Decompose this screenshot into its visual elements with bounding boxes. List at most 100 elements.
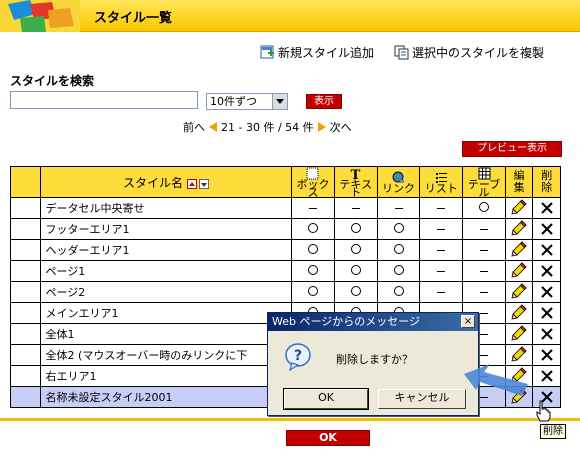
table-row[interactable]: ページ1 — [10, 260, 561, 282]
per-page-select[interactable]: 10件ずつ — [206, 93, 288, 110]
prev-arrow-icon[interactable] — [209, 122, 217, 132]
property-cell — [376, 281, 421, 303]
delete-x-icon[interactable] — [540, 285, 554, 299]
delete-cell — [532, 197, 561, 219]
hand-cursor-icon — [536, 400, 551, 422]
add-style-link[interactable]: 新規スタイル追加 — [260, 44, 374, 61]
col-box-label: ボックス — [296, 178, 330, 199]
circle-icon — [393, 285, 404, 296]
edit-cell — [504, 323, 534, 345]
table-row[interactable]: ヘッダーエリア1 — [10, 239, 561, 261]
table-icon — [478, 167, 491, 180]
sort-desc-icon[interactable] — [198, 178, 209, 189]
edit-cell — [504, 260, 534, 282]
dash-icon — [480, 250, 489, 251]
row-select-cell[interactable] — [10, 386, 41, 408]
footer-divider — [0, 418, 580, 421]
table-header-row: スタイル名 ボックス T テキスト リンク リスト テーブル 編集 削除 — [10, 166, 561, 199]
table-row[interactable]: データセル中央寄せ — [10, 197, 561, 219]
svg-text:T: T — [351, 168, 361, 180]
pencil-edit-icon[interactable] — [511, 261, 527, 278]
delete-x-icon[interactable] — [540, 222, 554, 236]
property-cell — [462, 239, 506, 261]
delete-x-icon[interactable] — [540, 306, 554, 320]
circle-icon — [393, 243, 404, 254]
preview-button[interactable]: プレビュー表示 — [462, 141, 562, 157]
dash-icon — [437, 271, 446, 272]
edit-cell — [504, 302, 534, 324]
dialog-ok-button[interactable]: OK — [283, 388, 369, 410]
dialog-close-button[interactable]: × — [461, 315, 475, 328]
search-submit-button[interactable]: 表示 — [306, 94, 342, 109]
dash-icon — [351, 208, 360, 209]
ok-button[interactable]: OK — [286, 430, 370, 446]
copy-style-link[interactable]: 選択中のスタイルを複製 — [394, 44, 544, 61]
delete-cell — [532, 323, 561, 345]
property-cell — [462, 260, 506, 282]
sort-asc-icon[interactable] — [186, 178, 197, 189]
circle-icon — [350, 264, 361, 275]
per-page-value: 10件ずつ — [210, 95, 257, 108]
pencil-edit-icon[interactable] — [511, 345, 527, 362]
chevron-down-icon[interactable] — [272, 94, 287, 109]
delete-x-icon[interactable] — [540, 369, 554, 383]
pencil-edit-icon[interactable] — [511, 198, 527, 215]
pencil-edit-icon[interactable] — [511, 240, 527, 257]
row-select-cell[interactable] — [10, 281, 41, 303]
property-cell — [462, 281, 506, 303]
delete-x-icon[interactable] — [540, 327, 554, 341]
delete-x-icon[interactable] — [540, 201, 554, 215]
delete-cell — [532, 260, 561, 282]
property-cell — [376, 218, 421, 240]
delete-cell — [532, 239, 561, 261]
row-select-cell[interactable] — [10, 302, 41, 324]
dash-icon — [308, 208, 317, 209]
add-style-icon — [260, 45, 274, 59]
row-select-cell[interactable] — [10, 260, 41, 282]
delete-x-icon[interactable] — [540, 348, 554, 362]
property-cell — [333, 197, 378, 219]
dialog-cancel-button[interactable]: キャンセル — [378, 389, 466, 409]
row-select-cell[interactable] — [10, 197, 41, 219]
next-arrow-icon[interactable] — [317, 122, 326, 132]
pencil-edit-icon[interactable] — [511, 219, 527, 236]
pencil-edit-icon[interactable] — [511, 324, 527, 341]
property-cell — [291, 260, 335, 282]
row-select-cell[interactable] — [10, 239, 41, 261]
app-logo-icon — [0, 0, 80, 32]
add-style-label: 新規スタイル追加 — [278, 46, 375, 60]
style-name-cell: ヘッダーエリア1 — [39, 239, 293, 261]
table-row[interactable]: ページ2 — [10, 281, 561, 303]
row-select-cell[interactable] — [10, 344, 41, 366]
property-cell — [333, 281, 378, 303]
row-select-cell[interactable] — [10, 218, 41, 240]
link-globe-icon — [392, 171, 404, 183]
page-title: スタイル一覧 — [94, 11, 173, 26]
delete-x-icon[interactable] — [540, 264, 554, 278]
edit-cell — [504, 239, 534, 261]
table-row[interactable]: フッターエリア1 — [10, 218, 561, 240]
style-name-cell: フッターエリア1 — [39, 218, 293, 240]
delete-cell — [532, 281, 561, 303]
search-input[interactable] — [10, 91, 198, 109]
next-page-link[interactable]: 次へ — [330, 119, 352, 135]
circle-icon — [350, 222, 361, 233]
pencil-edit-icon[interactable] — [511, 282, 527, 299]
question-icon: ? — [285, 343, 311, 371]
box-icon — [306, 167, 319, 180]
delete-x-icon[interactable] — [540, 243, 554, 257]
row-select-cell[interactable] — [10, 323, 41, 345]
row-select-cell[interactable] — [10, 365, 41, 387]
prev-page-link[interactable]: 前へ — [183, 119, 205, 135]
header-list: リスト — [419, 166, 464, 198]
dialog-title: Web ページからのメッセージ — [272, 315, 421, 328]
delete-cell — [532, 302, 561, 324]
circle-icon — [307, 264, 318, 275]
pencil-edit-icon[interactable] — [511, 303, 527, 320]
page: スタイル一覧 新規スタイル追加 選択中のスタイルを複製 スタイルを検索 10件ず… — [0, 0, 580, 454]
header-bar: スタイル一覧 — [0, 0, 580, 32]
dialog-message: 削除しますか？ — [336, 353, 413, 366]
dialog-titlebar[interactable]: Web ページからのメッセージ × — [268, 313, 478, 331]
circle-icon — [393, 222, 404, 233]
circle-icon — [479, 201, 490, 212]
